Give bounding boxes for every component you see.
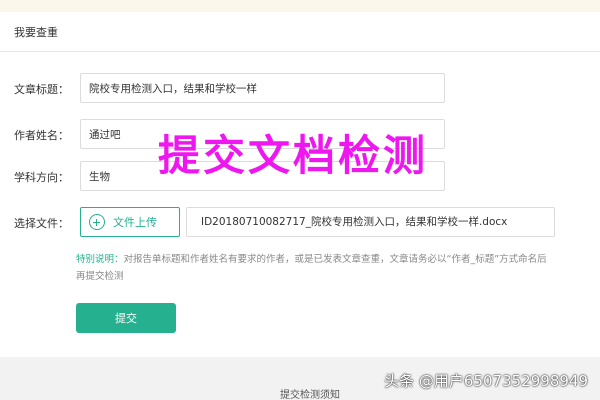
tab-bar: 我要查重: [0, 12, 600, 52]
title-input[interactable]: [80, 73, 445, 103]
file-label: 选择文件：: [14, 217, 69, 230]
overlay-title: 提交文档检测: [158, 131, 429, 180]
special-note-text: 对报告单标题和作者姓名有要求的作者，或是已发表文章查重，文章请务必以“作者_标题…: [76, 254, 547, 282]
special-note: 特别说明：对报告单标题和作者姓名有要求的作者，或是已发表文章查重，文章请务必以“…: [76, 251, 556, 285]
title-label: 文章标题：: [14, 83, 69, 96]
author-label: 作者姓名：: [14, 129, 69, 142]
top-strip: [0, 0, 600, 12]
selected-file-name: ID20180710082717_院校专用检测入口，结果和学校一样.docx: [186, 207, 555, 237]
subject-label: 学科方向：: [14, 171, 69, 184]
plus-circle-icon: [89, 214, 105, 230]
file-upload-label: 文件上传: [113, 216, 157, 229]
submit-button[interactable]: 提交: [76, 303, 176, 333]
submission-notice-link[interactable]: 提交检测须知: [280, 386, 340, 400]
watermark: 头条 @用户6507352998949: [384, 372, 588, 390]
special-note-key: 特别说明：: [76, 254, 124, 265]
tab-check-duplicate[interactable]: 我要查重: [14, 24, 58, 40]
file-upload-button[interactable]: 文件上传: [80, 207, 180, 237]
